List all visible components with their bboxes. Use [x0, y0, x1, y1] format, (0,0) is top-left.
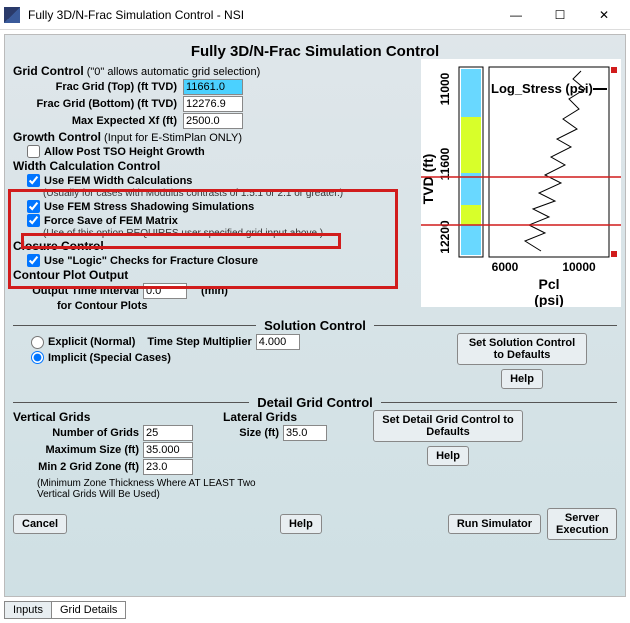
minimize-button[interactable]: — — [494, 1, 538, 29]
num-grids-input[interactable] — [143, 425, 193, 441]
detail-hint: (Minimum Zone Thickness Where AT LEAST T… — [37, 478, 257, 500]
close-button[interactable]: ✕ — [582, 1, 626, 29]
lat-size-label: Size (ft) — [223, 427, 283, 439]
run-simulator-button[interactable]: Run Simulator — [448, 514, 541, 534]
use-fem-stress-checkbox[interactable] — [27, 200, 40, 213]
implicit-label: Implicit (Special Cases) — [48, 352, 171, 364]
num-grids-label: Number of Grids — [13, 427, 143, 439]
bottom-buttons: Cancel Help Run Simulator Server Executi… — [13, 508, 617, 540]
tab-grid-details[interactable]: Grid Details — [51, 601, 126, 619]
solution-help-button[interactable]: Help — [501, 369, 543, 389]
tabs: Inputs Grid Details — [4, 601, 125, 619]
implicit-radio[interactable] — [31, 351, 44, 364]
chart-xlabel-2: (psi) — [534, 292, 564, 307]
set-detail-defaults-button[interactable]: Set Detail Grid Control to Defaults — [373, 410, 523, 442]
lat-size-input[interactable] — [283, 425, 327, 441]
cancel-button[interactable]: Cancel — [13, 514, 67, 534]
ytick-0: 11000 — [438, 72, 452, 105]
force-save-label: Force Save of FEM Matrix — [44, 215, 178, 227]
min2-label: Min 2 Grid Zone (ft) — [13, 461, 143, 473]
frac-bottom-input[interactable] — [183, 96, 243, 112]
contour-heading: Contour Plot Output — [13, 268, 128, 282]
max-size-input[interactable] — [143, 442, 193, 458]
contour-label: Output Time Interval — [13, 285, 143, 297]
detail-heading: Detail Grid Control — [249, 395, 381, 410]
max-xf-input[interactable] — [183, 113, 243, 129]
frac-top-input[interactable] — [183, 79, 243, 95]
page-title: Fully 3D/N-Frac Simulation Control — [13, 43, 617, 60]
window-title: Fully 3D/N-Frac Simulation Control - NSI — [28, 8, 494, 22]
max-xf-label: Max Expected Xf (ft) — [13, 115, 183, 127]
explicit-radio[interactable] — [31, 336, 44, 349]
detail-heading-row: Detail Grid Control — [13, 395, 617, 410]
solution-heading: Solution Control — [256, 318, 374, 333]
xtick-1: 10000 — [562, 260, 596, 274]
frac-top-label: Frac Grid (Top) (ft TVD) — [13, 81, 183, 93]
detail-body: Vertical Grids Number of Grids Maximum S… — [13, 410, 617, 476]
growth-control-note: (Input for E-StimPlan ONLY) — [104, 132, 242, 144]
use-fem-width-checkbox[interactable] — [27, 174, 40, 187]
vert-heading: Vertical Grids — [13, 410, 223, 424]
allow-tso-checkbox[interactable] — [27, 145, 40, 158]
closure-control-heading: Closure Control — [13, 239, 104, 253]
width-control-heading: Width Calculation Control — [13, 159, 160, 173]
allow-tso-label: Allow Post TSO Height Growth — [44, 146, 205, 158]
contour-unit: (min) — [201, 285, 228, 297]
max-size-label: Maximum Size (ft) — [13, 444, 143, 456]
grid-control-heading: Grid Control — [13, 64, 84, 78]
growth-control-heading: Growth Control — [13, 130, 101, 144]
use-logic-label: Use "Logic" Checks for Fracture Closure — [44, 255, 258, 267]
grid-control-note: ("0" allows automatic grid selection) — [87, 66, 261, 78]
set-solution-defaults-button[interactable]: Set Solution Control to Defaults — [457, 333, 587, 365]
log-chart-svg: TVD (ft) 11000 11600 12200 Log_Stress (p… — [421, 59, 621, 307]
app-icon — [4, 7, 20, 23]
use-fem-stress-label: Use FEM Stress Shadowing Simulations — [44, 201, 254, 213]
tsm-label: Time Step Multiplier — [147, 336, 251, 348]
xtick-0: 6000 — [492, 260, 519, 274]
detail-help-button[interactable]: Help — [427, 446, 469, 466]
use-fem-width-label: Use FEM Width Calculations — [44, 175, 192, 187]
chart-xlabel-1: Pcl — [538, 276, 559, 292]
min2-input[interactable] — [143, 459, 193, 475]
use-logic-checkbox[interactable] — [27, 254, 40, 267]
tab-inputs[interactable]: Inputs — [4, 601, 52, 619]
chart-ylabel: TVD (ft) — [421, 154, 436, 205]
ytick-1: 11600 — [438, 147, 452, 180]
lat-heading: Lateral Grids — [223, 410, 373, 424]
solution-heading-row: Solution Control — [13, 318, 617, 333]
log-chart-panel: TVD (ft) 11000 11600 12200 Log_Stress (p… — [421, 59, 621, 307]
tsm-input[interactable] — [256, 334, 300, 350]
titlebar: Fully 3D/N-Frac Simulation Control - NSI… — [0, 0, 630, 30]
window-body: Fully 3D/N-Frac Simulation Control Grid … — [4, 34, 626, 597]
contour-input[interactable] — [143, 283, 187, 299]
force-save-checkbox[interactable] — [27, 214, 40, 227]
help-button[interactable]: Help — [280, 514, 322, 534]
maximize-button[interactable]: ☐ — [538, 1, 582, 29]
frac-bottom-label: Frac Grid (Bottom) (ft TVD) — [13, 98, 183, 110]
solution-body: Explicit (Normal) Time Step Multiplier I… — [13, 333, 617, 389]
explicit-label: Explicit (Normal) — [48, 336, 135, 348]
server-execution-button[interactable]: Server Execution — [547, 508, 617, 540]
